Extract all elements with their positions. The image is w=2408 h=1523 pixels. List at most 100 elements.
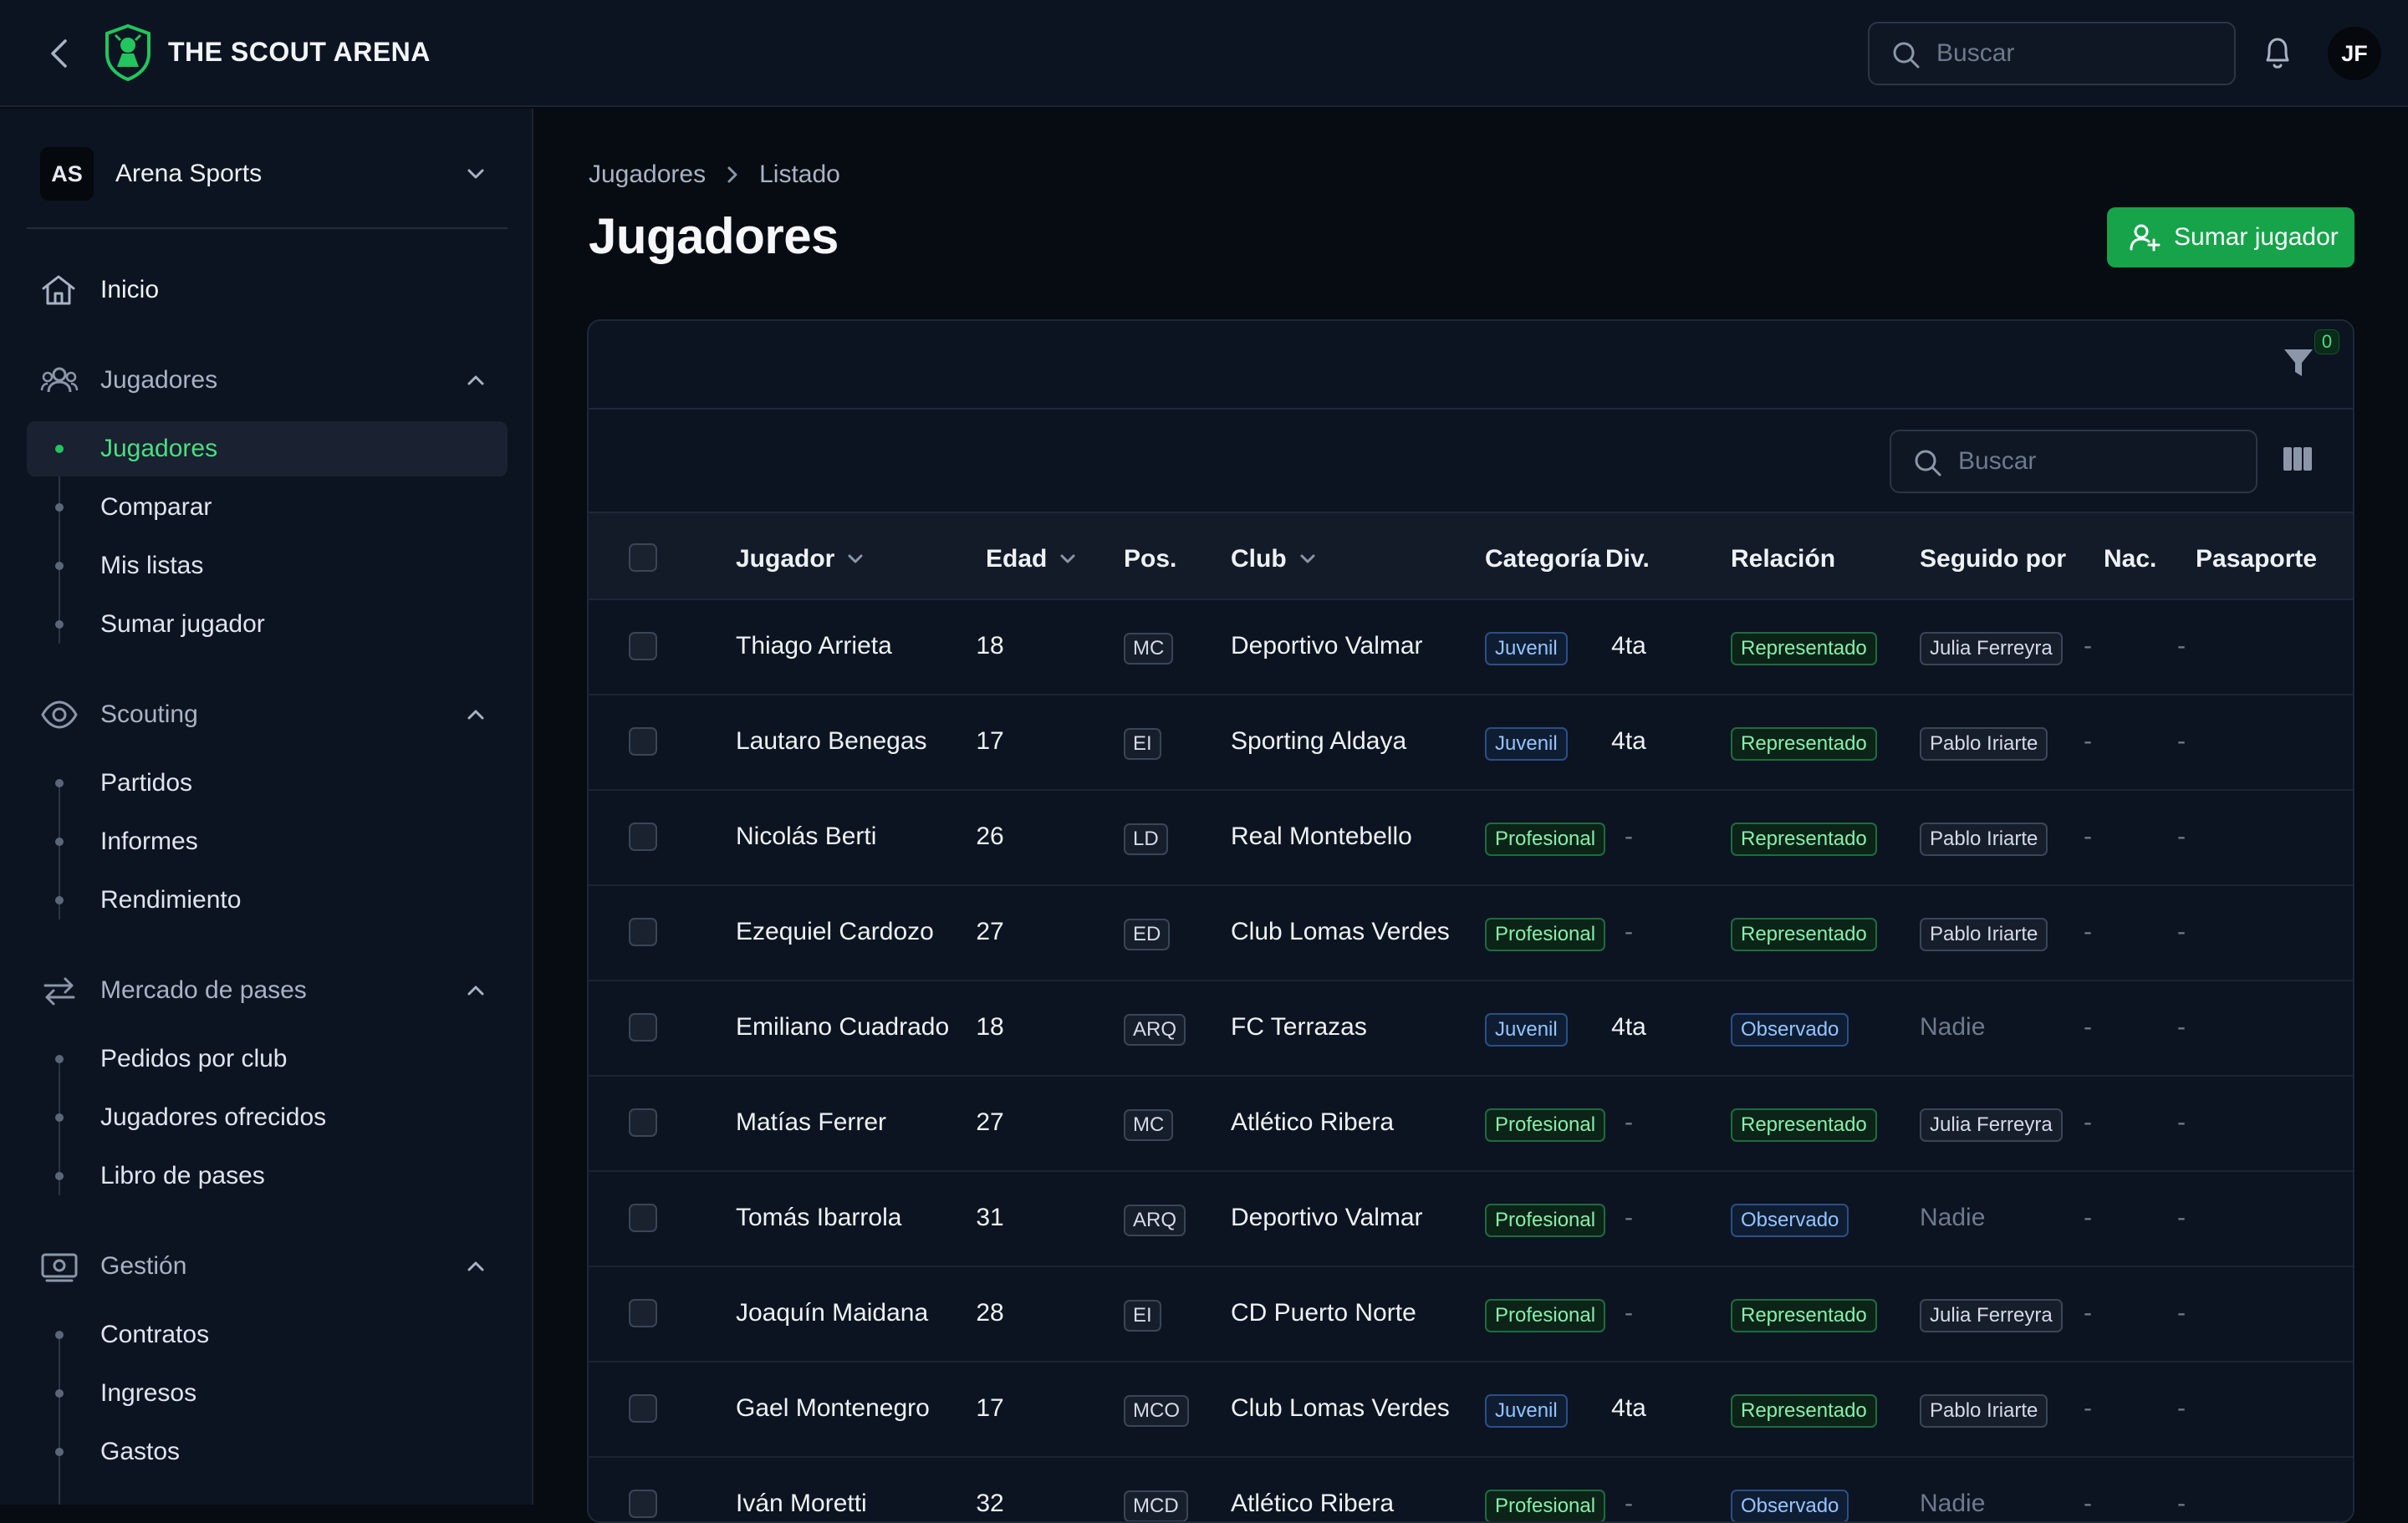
- truncated-column-edge: [2353, 1301, 2354, 1329]
- row-checkbox[interactable]: [629, 1394, 657, 1423]
- shield-logo-icon[interactable]: [104, 23, 152, 82]
- player-age: 26: [976, 823, 1004, 850]
- sidebar-item-libro-de-pases[interactable]: Libro de pases: [27, 1149, 508, 1204]
- nationality: -: [2084, 727, 2092, 755]
- truncated-column-edge: [2353, 1015, 2354, 1043]
- table-row[interactable]: Emiliano Cuadrado 18 ARQ FC Terrazas Juvenil…: [589, 981, 2353, 1077]
- column-header-edad[interactable]: Edad: [986, 545, 1077, 573]
- table-row[interactable]: Ezequiel Cardozo 27 ED Club Lomas Verdes Pro…: [589, 886, 2353, 981]
- row-checkbox[interactable]: [629, 1490, 657, 1518]
- player-name[interactable]: Iván Moretti: [736, 1490, 867, 1518]
- sidebar-item-label: Contratos: [100, 1321, 210, 1348]
- sidebar-item-home[interactable]: Inicio: [27, 261, 508, 319]
- table-search[interactable]: [1890, 430, 2258, 493]
- table-row[interactable]: Gael Montenegro 17 MCO Club Lomas Verdes Juv…: [589, 1363, 2353, 1458]
- player-name[interactable]: Gael Montenegro: [736, 1394, 930, 1423]
- breadcrumb-item[interactable]: Jugadores: [589, 160, 706, 189]
- filter-icon[interactable]: [2283, 346, 2314, 379]
- relation-badge: Representado: [1731, 632, 1877, 665]
- table-row[interactable]: Iván Moretti 32 MCD Atlético Ribera Profesio…: [589, 1458, 2353, 1521]
- sidebar-item-informes[interactable]: Informes: [27, 814, 508, 869]
- add-player-label: Sumar jugador: [2174, 223, 2339, 251]
- row-checkbox[interactable]: [629, 727, 657, 756]
- table-row[interactable]: Matías Ferrer 27 MC Atlético Ribera Profesio…: [589, 1077, 2353, 1172]
- position-badge: EI: [1124, 728, 1161, 760]
- category-badge: Profesional: [1485, 918, 1606, 951]
- followed-by: Nadie: [1920, 1204, 1986, 1231]
- player-name[interactable]: Emiliano Cuadrado: [736, 1013, 949, 1042]
- sidebar-item-gastos[interactable]: Gastos: [27, 1424, 508, 1480]
- player-name[interactable]: Matías Ferrer: [736, 1108, 886, 1137]
- sidebar-item-jugadores-ofrecidos[interactable]: Jugadores ofrecidos: [27, 1090, 508, 1145]
- chevron-left-icon: [51, 39, 67, 68]
- sidebar-item-label: Ingresos: [100, 1379, 197, 1407]
- player-age: 17: [976, 727, 1004, 755]
- column-header-jugador[interactable]: Jugador: [736, 545, 865, 573]
- sidebar-group-label: Gestión: [100, 1252, 187, 1280]
- passport: -: [2177, 632, 2186, 660]
- player-age: 28: [976, 1299, 1004, 1327]
- player-club: CD Puerto Norte: [1231, 1299, 1416, 1327]
- row-checkbox[interactable]: [629, 1299, 657, 1327]
- global-search-input[interactable]: [1936, 23, 2212, 84]
- row-checkbox[interactable]: [629, 632, 657, 660]
- sidebar-group-mercado[interactable]: Mercado de pases: [27, 961, 508, 1020]
- player-name[interactable]: Lautaro Benegas: [736, 727, 927, 756]
- table-row[interactable]: Nicolás Berti 26 LD Real Montebello Profesio…: [589, 791, 2353, 886]
- table-search-input[interactable]: [1958, 431, 2234, 492]
- sidebar-item-rendimiento[interactable]: Rendimiento: [27, 873, 508, 928]
- user-avatar[interactable]: JF: [2328, 27, 2381, 80]
- global-search[interactable]: [1868, 22, 2236, 85]
- column-label: Club: [1231, 545, 1287, 573]
- columns-icon[interactable]: [2283, 446, 2313, 471]
- sidebar-group-jugadores[interactable]: Jugadores: [27, 351, 508, 410]
- back-button[interactable]: [42, 37, 75, 70]
- category-badge: Profesional: [1485, 1204, 1606, 1237]
- player-name[interactable]: Ezequiel Cardozo: [736, 918, 934, 946]
- relation-badge: Observado: [1731, 1490, 1849, 1521]
- row-checkbox[interactable]: [629, 1013, 657, 1042]
- sidebar-item-jugadores[interactable]: Jugadores: [27, 421, 508, 476]
- org-name: Arena Sports: [115, 160, 263, 187]
- sidebar-item-mis-listas[interactable]: Mis listas: [27, 538, 508, 593]
- row-checkbox[interactable]: [629, 1108, 657, 1137]
- followed-by-badge: Julia Ferreyra: [1920, 1108, 2063, 1142]
- sidebar-item-sumar-jugador[interactable]: Sumar jugador: [27, 597, 508, 652]
- table-row[interactable]: Tomás Ibarrola 31 ARQ Deportivo Valmar Profe…: [589, 1172, 2353, 1267]
- chevron-up-icon: [467, 710, 484, 720]
- player-name[interactable]: Tomás Ibarrola: [736, 1204, 901, 1232]
- nationality: -: [2084, 823, 2092, 850]
- sidebar-item-ingresos[interactable]: Ingresos: [27, 1366, 508, 1421]
- sidebar-item-comparar[interactable]: Comparar: [27, 480, 508, 535]
- player-name[interactable]: Joaquín Maidana: [736, 1299, 928, 1327]
- truncated-column-edge: [2353, 1110, 2354, 1138]
- breadcrumb: Jugadores Listado: [589, 160, 840, 189]
- sidebar-group-gestion[interactable]: Gestión: [27, 1237, 508, 1296]
- table-row[interactable]: Thiago Arrieta 18 MC Deportivo Valmar Juveni…: [589, 600, 2353, 695]
- select-all-checkbox[interactable]: [629, 543, 657, 572]
- add-player-button[interactable]: Sumar jugador: [2107, 207, 2354, 267]
- column-header-relacion: Relación: [1731, 545, 1835, 573]
- division: -: [1625, 918, 1633, 945]
- sidebar-group-scouting[interactable]: Scouting: [27, 685, 508, 744]
- row-checkbox[interactable]: [629, 918, 657, 946]
- player-name[interactable]: Nicolás Berti: [736, 823, 876, 851]
- player-name[interactable]: Thiago Arrieta: [736, 632, 892, 660]
- column-header-club[interactable]: Club: [1231, 545, 1317, 573]
- table-row[interactable]: Joaquín Maidana 28 EI CD Puerto Norte Profes…: [589, 1267, 2353, 1363]
- column-label: Seguido por: [1920, 545, 2066, 573]
- chevron-right-icon: [726, 164, 739, 186]
- sidebar-item-label: Rendimiento: [100, 886, 242, 914]
- bell-icon[interactable]: [2261, 35, 2294, 72]
- sidebar-item-partidos[interactable]: Partidos: [27, 756, 508, 811]
- row-checkbox[interactable]: [629, 823, 657, 851]
- sidebar-item-contratos[interactable]: Contratos: [27, 1307, 508, 1363]
- sidebar-item-pedidos-por-club[interactable]: Pedidos por club: [27, 1031, 508, 1087]
- column-header-div: Div.: [1605, 545, 1650, 573]
- org-switcher[interactable]: AS Arena Sports: [27, 132, 508, 216]
- home-icon: [42, 275, 75, 305]
- row-checkbox[interactable]: [629, 1204, 657, 1232]
- division: -: [1625, 1204, 1633, 1231]
- category-badge: Juvenil: [1485, 727, 1568, 761]
- table-row[interactable]: Lautaro Benegas 17 EI Sporting Aldaya Juveni…: [589, 695, 2353, 791]
